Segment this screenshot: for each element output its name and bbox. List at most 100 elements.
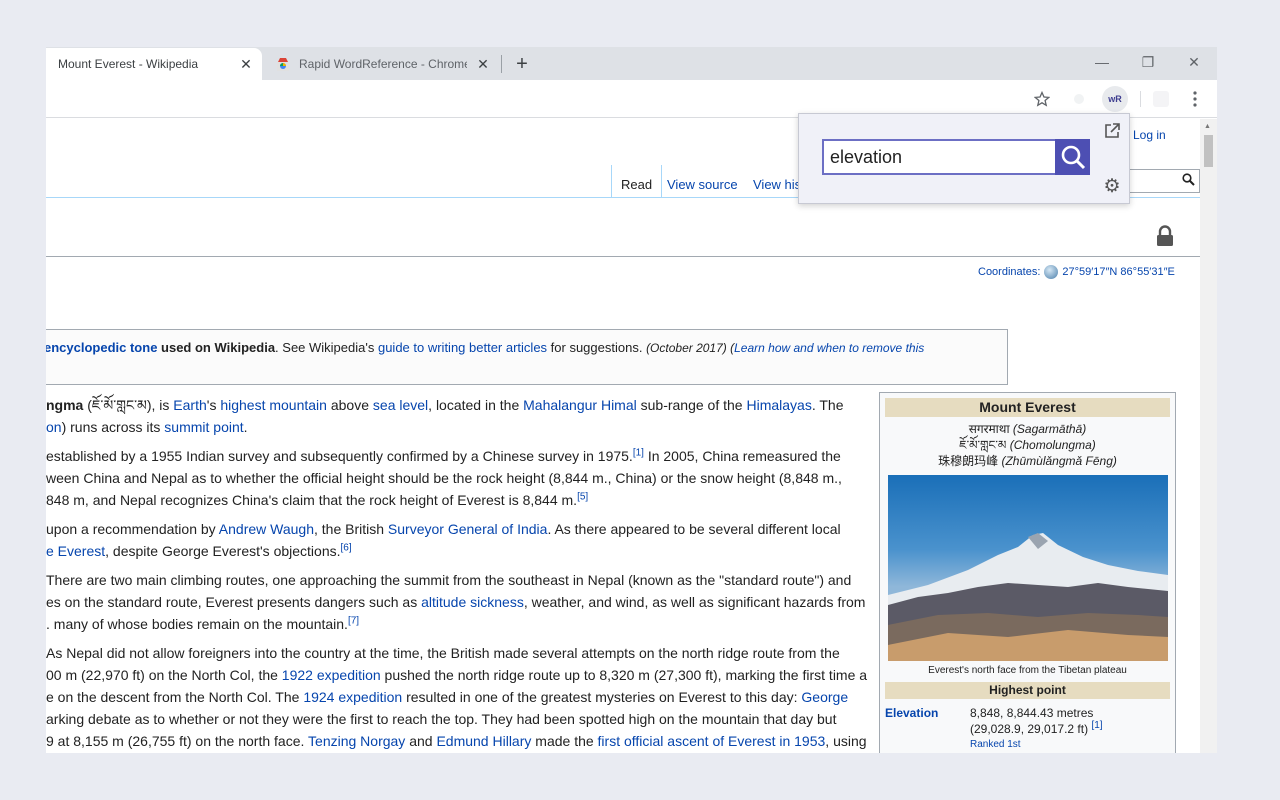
scroll-thumb[interactable] bbox=[1204, 135, 1213, 167]
text: , located in the bbox=[428, 397, 524, 413]
extension-icon-faded[interactable] bbox=[1068, 88, 1090, 110]
coordinates-label: Coordinates: bbox=[978, 266, 1041, 278]
text: , despite George Everest's objections. bbox=[105, 543, 341, 559]
notice-link-remove[interactable]: Learn how and when to remove this bbox=[734, 341, 924, 355]
citation[interactable]: [5] bbox=[577, 491, 588, 502]
text: sub-range of the bbox=[636, 397, 747, 413]
notice-text: . See Wikipedia's bbox=[275, 340, 378, 355]
native-name: ཇོ་མོ་གླང་མ bbox=[959, 438, 1007, 452]
elevation-value-ft: (29,028.9, 29,017.2 ft) bbox=[970, 722, 1089, 736]
wordreference-popup: ⚙ bbox=[798, 113, 1130, 204]
elevation-value: 8,848, 8,844.43 metres bbox=[970, 706, 1094, 720]
link[interactable]: 1924 expedition bbox=[303, 689, 402, 705]
everest-photo[interactable] bbox=[887, 475, 1168, 661]
notice-text: for suggestions. bbox=[547, 340, 647, 355]
close-tab-icon[interactable]: ✕ bbox=[475, 56, 491, 72]
text: upon a recommendation by bbox=[46, 521, 219, 537]
settings-gear-icon[interactable]: ⚙ bbox=[1102, 177, 1122, 197]
wiki-login-link[interactable]: Log in bbox=[1133, 128, 1166, 142]
photo-caption: Everest's north face from the Tibetan pl… bbox=[928, 665, 1127, 676]
paragraph: As Nepal did not allow foreigners into t… bbox=[46, 642, 871, 752]
text: . many of whose bodies remain on the mou… bbox=[46, 616, 348, 632]
search-icon[interactable] bbox=[1182, 173, 1195, 189]
minimize-button[interactable]: — bbox=[1082, 51, 1122, 73]
lookup-search-button[interactable] bbox=[1055, 139, 1090, 175]
lookup-input[interactable] bbox=[822, 139, 1057, 175]
title-rule bbox=[46, 256, 1200, 257]
bookmark-star-icon[interactable] bbox=[1031, 88, 1053, 110]
wiki-tab-read[interactable]: Read bbox=[611, 165, 663, 197]
text: resulted in one of the greatest mysterie… bbox=[402, 689, 802, 705]
link[interactable]: highest mountain bbox=[220, 397, 327, 413]
text: 00 m (22,970 ft) on the North Col, the bbox=[46, 667, 282, 683]
mountain-illustration bbox=[887, 533, 1168, 661]
text: In 2005, China remeasured the bbox=[643, 448, 841, 464]
wordreference-extension-icon[interactable]: wR bbox=[1102, 86, 1128, 112]
chrome-webstore-icon bbox=[277, 58, 289, 71]
link[interactable]: on bbox=[46, 419, 62, 435]
transliteration: (Sagarmāthā) bbox=[1012, 422, 1087, 436]
link[interactable]: Mahalangur Himal bbox=[523, 397, 637, 413]
link[interactable]: summit point bbox=[164, 419, 243, 435]
link[interactable]: Earth bbox=[173, 397, 206, 413]
scroll-up-icon[interactable]: ▲ bbox=[1204, 123, 1211, 130]
row-value: 8,848, 8,844.43 metres (29,028.9, 29,017… bbox=[970, 705, 1170, 753]
wiki-tab-view-source[interactable]: View source bbox=[658, 165, 747, 197]
citation[interactable]: [1] bbox=[1091, 720, 1102, 731]
tab-wikipedia[interactable]: Mount Everest - Wikipedia ✕ bbox=[46, 48, 262, 80]
open-external-icon[interactable] bbox=[1103, 122, 1121, 140]
text: above bbox=[326, 397, 373, 413]
close-tab-icon[interactable]: ✕ bbox=[238, 56, 254, 72]
link[interactable]: Edmund Hillary bbox=[436, 733, 531, 749]
close-window-button[interactable]: ✕ bbox=[1174, 51, 1214, 73]
link[interactable]: George bbox=[801, 689, 848, 705]
text: As Nepal did not allow foreigners into t… bbox=[46, 645, 840, 661]
restore-button[interactable]: ❐ bbox=[1128, 51, 1168, 73]
citation[interactable]: [1] bbox=[633, 447, 644, 458]
citation[interactable]: [7] bbox=[348, 615, 359, 626]
article-body: ngma (ཇོ་མོ་གླང་མ), is Earth's highest m… bbox=[46, 394, 871, 753]
text: , the British bbox=[313, 521, 388, 537]
transliteration: (Chomolungma) bbox=[1009, 438, 1096, 452]
link[interactable]: Himalayas bbox=[746, 397, 811, 413]
text: e on the descent from the North Col. The bbox=[46, 689, 304, 705]
link[interactable]: Surveyor General of India bbox=[388, 521, 548, 537]
text: , weather, and wind, as well as signific… bbox=[523, 594, 866, 610]
tab-title: Rapid WordReference - Chrome W bbox=[299, 57, 467, 71]
profile-icon[interactable] bbox=[1150, 88, 1172, 110]
lock-icon bbox=[1157, 225, 1173, 246]
infobox: Mount Everest सगरमाथा (Sagarmāthā) ཇོ་མོ… bbox=[879, 392, 1176, 753]
maintenance-notice: encyclopedic tone used on Wikipedia. See… bbox=[46, 329, 1008, 385]
link[interactable]: 1922 expedition bbox=[282, 667, 381, 683]
paragraph: There are two main climbing routes, one … bbox=[46, 569, 871, 635]
link[interactable]: first official ascent of Everest in 1953 bbox=[598, 733, 826, 749]
link[interactable]: sea level bbox=[373, 397, 428, 413]
infobox-native-names: सगरमाथा (Sagarmāthā) ཇོ་མོ་གླང་མ (Chomol… bbox=[885, 421, 1170, 469]
coordinates-value[interactable]: 27°59′17″N 86°55′31″E bbox=[1062, 266, 1174, 278]
text: arking debate as to whether or not they … bbox=[46, 711, 837, 727]
text: established by a 1955 Indian survey and … bbox=[46, 448, 633, 464]
ranked-link[interactable]: Ranked 1st bbox=[970, 737, 1170, 753]
new-tab-button[interactable]: + bbox=[512, 54, 532, 74]
tab-rapid-wordreference[interactable]: Rapid WordReference - Chrome W ✕ bbox=[267, 48, 499, 80]
link[interactable]: e Everest bbox=[46, 543, 105, 559]
globe-icon[interactable] bbox=[1044, 265, 1059, 279]
text: (ཇོ་མོ་གླང་མ), is bbox=[83, 397, 174, 413]
text: 9 at 8,155 m (26,755 ft) on the north fa… bbox=[46, 733, 309, 749]
text: ween China and Nepal as to whether the o… bbox=[46, 470, 842, 486]
citation[interactable]: [6] bbox=[341, 542, 352, 553]
native-name: 珠穆朗玛峰 bbox=[938, 454, 999, 468]
text: . bbox=[243, 419, 248, 435]
link[interactable]: Tenzing Norgay bbox=[308, 733, 405, 749]
link[interactable]: altitude sickness bbox=[421, 594, 524, 610]
link[interactable]: Andrew Waugh bbox=[219, 521, 314, 537]
row-label[interactable]: Elevation bbox=[885, 705, 970, 753]
text: pushed the north ridge route up to 8,320… bbox=[380, 667, 868, 683]
notice-link-guide[interactable]: guide to writing better articles bbox=[378, 340, 547, 355]
text: 848 m, and Nepal recognizes China's clai… bbox=[46, 492, 578, 508]
notice-link-tone[interactable]: encyclopedic tone bbox=[46, 340, 157, 355]
menu-kebab-icon[interactable] bbox=[1184, 88, 1206, 110]
page-scrollbar[interactable]: ▲ bbox=[1200, 119, 1217, 753]
notice-date: (October 2017) bbox=[646, 341, 727, 355]
infobox-section-header: Highest point bbox=[885, 682, 1170, 699]
